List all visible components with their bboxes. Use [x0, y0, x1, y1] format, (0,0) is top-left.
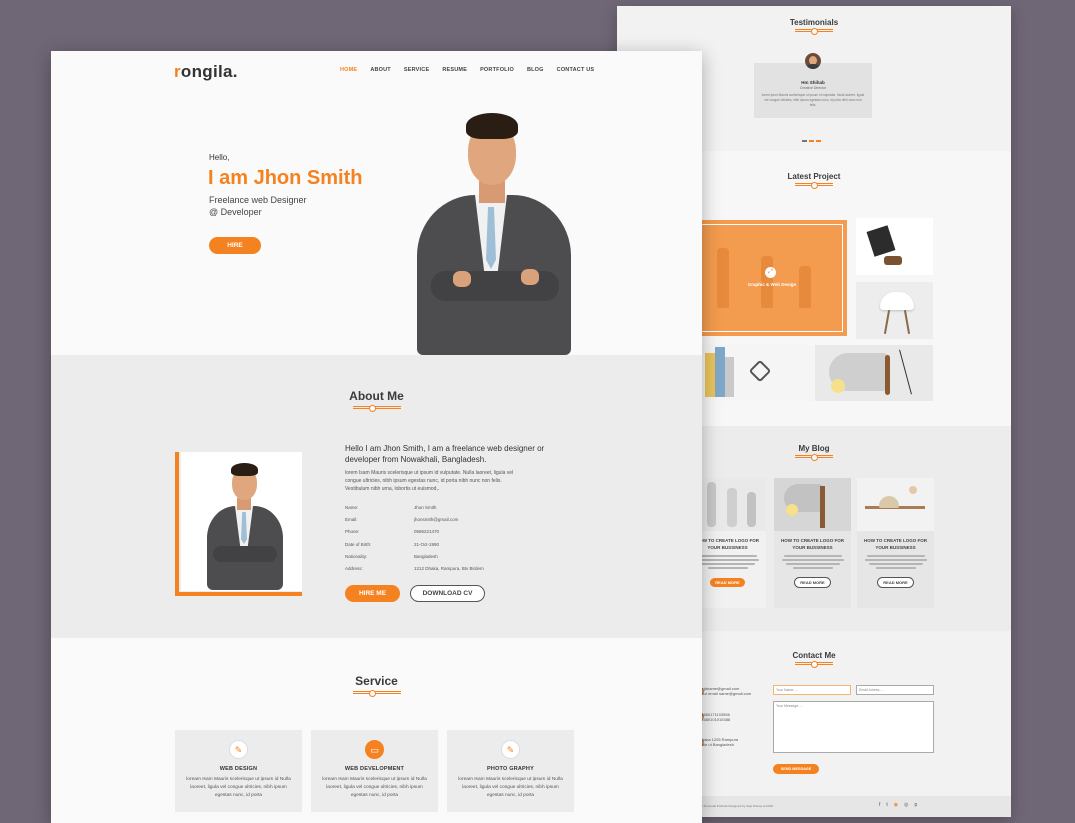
- service-card[interactable]: ▭ WEB DEVELOPMENT loream Isam Mauris sce…: [311, 730, 438, 812]
- pager-dot[interactable]: [802, 140, 807, 142]
- blog-post-title: HOW TO CREATE LOGO FOR YOUR BUSSINESS: [863, 538, 928, 550]
- read-more-button[interactable]: READ MORE: [710, 578, 745, 587]
- hire-button[interactable]: HIRE: [209, 237, 261, 254]
- project-item[interactable]: [856, 218, 933, 275]
- service-card-title: WEB DESIGN: [219, 766, 258, 772]
- copyright: © Personal Portfolio Designed by Sayl Fh…: [701, 804, 773, 808]
- info-label: Address:: [345, 566, 363, 571]
- pinterest-icon[interactable]: p: [915, 802, 924, 808]
- service-card-desc: loream Isam Mauris scelerisque ut ipsum …: [458, 777, 563, 798]
- info-label: Date of Birth:: [345, 542, 372, 547]
- hero-greeting: Hello,: [209, 153, 230, 162]
- hero-name: I am Jhon Smith: [208, 167, 363, 189]
- contact-message-input[interactable]: Your Message.....: [773, 701, 934, 753]
- testimonial-text: lorem Ipum Mauris scelerisque ut ipsum i…: [761, 93, 865, 107]
- service-card-desc: loream Isam Mauris scelerisque ut ipsum …: [322, 777, 427, 798]
- project-item-featured[interactable]: ⤢ Graphic & Web Design: [697, 220, 847, 336]
- email-line: Your email name@gmail.com: [699, 691, 752, 696]
- site-logo[interactable]: rongila.: [174, 62, 238, 82]
- project-item[interactable]: [815, 345, 933, 401]
- expand-icon[interactable]: ⤢: [765, 267, 776, 278]
- title-underline: [795, 661, 833, 668]
- logo-accent: r: [174, 62, 181, 81]
- twitter-icon[interactable]: t: [886, 802, 893, 808]
- testimonial-card: Hm Shihab Creative Director lorem Ipum M…: [754, 63, 872, 118]
- pager-dot[interactable]: [816, 140, 821, 142]
- info-value: 0586221470: [414, 529, 440, 534]
- nav-resume[interactable]: RESUME: [442, 67, 467, 73]
- info-label: Phone:: [345, 529, 360, 534]
- service-title: Service: [355, 674, 398, 688]
- testimonials-title: Testimonials: [789, 18, 839, 27]
- main-nav: HOME ABOUT SERVICE RESUME PORTFOLIO BLOG…: [340, 67, 607, 73]
- pager-dot[interactable]: [809, 140, 814, 142]
- logo-text: ongila.: [180, 62, 238, 81]
- about-photo: [181, 452, 302, 591]
- nav-portfolio[interactable]: PORTFOLIO: [480, 67, 514, 73]
- nav-blog[interactable]: BLOG: [527, 67, 544, 73]
- nav-home[interactable]: HOME: [340, 67, 357, 73]
- project-item[interactable]: [856, 282, 933, 339]
- title-underline: [795, 454, 833, 461]
- address-line: Hale ut Bangladesh: [699, 742, 734, 747]
- phone-line: 01680101015388: [699, 717, 731, 722]
- testimonial-person: Hm Shihab: [801, 80, 825, 85]
- info-label: Email:: [345, 517, 358, 522]
- info-label: Name:: [345, 505, 359, 510]
- dribbble-icon[interactable]: ◎: [904, 802, 914, 808]
- monitor-icon: ▭: [365, 740, 384, 759]
- hero-portrait: [413, 111, 575, 355]
- info-value: 1212 Dhaka, Rampura, Btv Birdem: [414, 566, 484, 571]
- contact-email-input[interactable]: Email Adress.....: [856, 685, 934, 695]
- contact-phone: 01680171103556 01680101015388: [699, 712, 730, 722]
- testimonial-pager[interactable]: [801, 129, 822, 147]
- project-hover-label: Graphic & Web Design: [747, 282, 797, 287]
- contact-address: Dhaka 1205 Rampura Hale ut Bangladesh: [699, 737, 738, 747]
- service-card[interactable]: ✎ PHOTO GRAPHY loream Isam Mauris sceler…: [447, 730, 574, 812]
- blog-card[interactable]: HOW TO CREATE LOGO FOR YOUR BUSSINESS RE…: [857, 478, 934, 608]
- social-icons[interactable]: ft◉◎p: [879, 802, 923, 808]
- service-card[interactable]: ✎ WEB DESIGN loream Isam Mauris sceleris…: [175, 730, 302, 812]
- hero-role-secondary: @ Developer: [209, 207, 262, 217]
- about-intro: Hello I am Jhon Smith, I am a freelance …: [345, 444, 545, 464]
- pencil-icon: ✎: [501, 740, 520, 759]
- nav-about[interactable]: ABOUT: [370, 67, 391, 73]
- nav-contact[interactable]: CONTACT US: [557, 67, 595, 73]
- download-cv-button[interactable]: DOWNLOAD CV: [410, 585, 485, 602]
- contact-name-input[interactable]: Your Name.....: [773, 685, 851, 695]
- info-value: jhonsmith@gmail.com: [414, 517, 459, 522]
- info-value: Bangladesh: [414, 554, 438, 559]
- title-underline: [352, 690, 401, 697]
- info-value: 21-Oct-1990: [414, 542, 440, 547]
- about-title: About Me: [349, 389, 404, 403]
- service-card-title: WEB DEVELOPMENT: [344, 766, 405, 772]
- read-more-button[interactable]: READ MORE: [794, 577, 831, 588]
- project-item[interactable]: [702, 345, 814, 401]
- read-more-button[interactable]: READ MORE: [877, 577, 914, 588]
- hero-role: Freelance web Designer: [209, 195, 307, 205]
- nav-service[interactable]: SERVICE: [404, 67, 429, 73]
- blog-post-title: HOW TO CREATE LOGO FOR YOUR BUSSINESS: [780, 538, 845, 550]
- pencil-icon: ✎: [229, 740, 248, 759]
- about-description: lorem Isam Mauris scelerisque ut ipsum i…: [345, 470, 514, 492]
- send-message-button[interactable]: SEND MESSAGE: [773, 764, 819, 774]
- service-card-desc: loream Isam Mauris scelerisque ut ipsum …: [186, 777, 291, 798]
- info-value: Jhon Smith: [414, 505, 437, 510]
- contact-email: Rsjdname@gmail.com Your email name@gmail…: [699, 686, 751, 696]
- testimonial-role: Creative Director: [799, 86, 827, 90]
- hire-me-button[interactable]: HIRE ME: [345, 585, 400, 602]
- title-underline: [795, 182, 833, 189]
- service-card-title: PHOTO GRAPHY: [487, 766, 534, 772]
- info-label: Nationality:: [345, 554, 368, 559]
- front-page-preview: rongila. HOME ABOUT SERVICE RESUME PORTF…: [51, 51, 702, 823]
- testimonial-avatar: [805, 53, 821, 69]
- instagram-icon[interactable]: ◉: [894, 802, 904, 808]
- title-underline: [795, 28, 833, 35]
- blog-card[interactable]: HOW TO CREATE LOGO FOR YOUR BUSSINESS RE…: [774, 478, 851, 608]
- title-underline: [352, 405, 401, 412]
